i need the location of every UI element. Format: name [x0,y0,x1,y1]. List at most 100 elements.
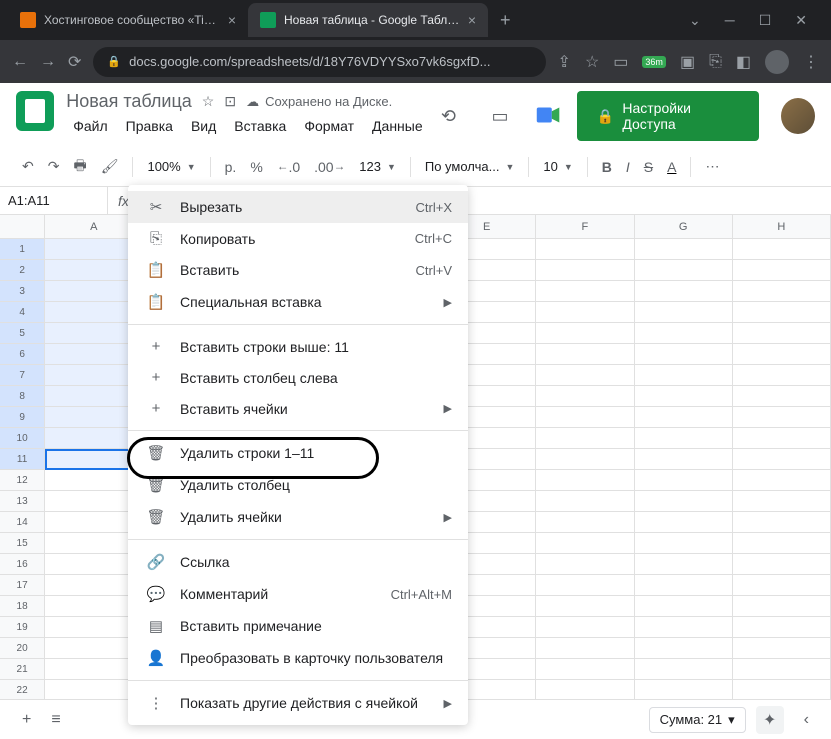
ctx-delete-rows[interactable]: 🗑 Удалить строки 1–11 [128,437,468,469]
cell[interactable] [635,680,733,701]
maximize-icon[interactable]: ☐ [759,12,772,29]
cell[interactable] [635,491,733,512]
col-header-f[interactable]: F [536,215,634,238]
ctx-insert-cells[interactable]: + Вставить ячейки ▶ [128,393,468,424]
cell[interactable] [536,575,634,596]
select-all-corner[interactable] [0,215,45,238]
increase-decimal-button[interactable]: .00→ [308,155,351,179]
forward-button[interactable]: → [40,53,56,71]
ctx-copy[interactable]: ⎘ Копировать Ctrl+C [128,223,468,254]
explore-button[interactable]: ✦ [756,706,784,734]
cell[interactable] [733,365,831,386]
row-header[interactable]: 9 [0,407,45,428]
cell[interactable] [635,344,733,365]
decrease-decimal-button[interactable]: ←.0 [271,155,306,179]
back-button[interactable]: ← [12,53,28,71]
menu-format[interactable]: Формат [297,114,361,138]
ext-icon-3[interactable]: ◧ [736,52,751,72]
ctx-delete-cells[interactable]: 🗑 Удалить ячейки ▶ [128,501,468,533]
cell[interactable] [635,239,733,260]
row-header[interactable]: 8 [0,386,45,407]
row-header[interactable]: 20 [0,638,45,659]
add-sheet-button[interactable]: + [12,705,41,735]
share-icon[interactable]: ⇪ [558,52,571,72]
print-button[interactable]: 🖶 [67,151,92,183]
cell[interactable] [536,260,634,281]
cell[interactable] [536,659,634,680]
row-header[interactable]: 4 [0,302,45,323]
cell[interactable] [733,596,831,617]
profile-avatar[interactable] [765,50,789,74]
move-icon[interactable]: ⊡ [224,93,236,110]
ext-icon-2[interactable]: ⎘ [709,53,722,71]
row-header[interactable]: 22 [0,680,45,701]
menu-view[interactable]: Вид [184,114,223,138]
cell[interactable] [733,575,831,596]
menu-edit[interactable]: Правка [119,114,180,138]
cell[interactable] [635,554,733,575]
ctx-cut[interactable]: ✂ Вырезать Ctrl+X [128,191,468,223]
chat-icon[interactable]: ▭ [481,96,519,136]
cell[interactable] [635,365,733,386]
history-icon[interactable]: ⟲ [430,96,468,136]
cell[interactable] [733,386,831,407]
row-header[interactable]: 12 [0,470,45,491]
star-icon[interactable]: ☆ [585,52,599,72]
cell[interactable] [536,491,634,512]
cell[interactable] [536,617,634,638]
cell[interactable] [536,386,634,407]
ctx-delete-col[interactable]: 🗑 Удалить столбец [128,469,468,501]
cell[interactable] [536,596,634,617]
ctx-paste-special[interactable]: 📋 Специальная вставка ▶ [128,286,468,318]
percent-button[interactable]: % [244,155,268,179]
close-icon[interactable]: × [468,12,476,28]
cell[interactable] [733,491,831,512]
ext-icon-1[interactable]: ▭ [613,52,628,72]
cell[interactable] [635,575,733,596]
menu-icon[interactable]: ⋮ [803,52,819,72]
cell[interactable] [635,386,733,407]
cell[interactable] [635,638,733,659]
cell[interactable] [536,554,634,575]
all-sheets-button[interactable]: ≡ [41,705,70,735]
font-select[interactable]: По умолча...▼ [419,155,520,178]
doc-title[interactable]: Новая таблица [66,91,192,112]
bold-button[interactable]: B [596,155,618,179]
cell[interactable] [733,281,831,302]
cell[interactable] [536,512,634,533]
cell[interactable] [733,302,831,323]
cell[interactable] [635,407,733,428]
currency-button[interactable]: р. [219,155,243,179]
cell[interactable] [733,323,831,344]
menu-file[interactable]: Файл [66,114,114,138]
cell[interactable] [536,344,634,365]
cell-reference[interactable]: A1:A11 [0,187,108,214]
ctx-more-actions[interactable]: ⋮ Показать другие действия с ячейкой ▶ [128,687,468,719]
menu-data[interactable]: Данные [365,114,430,138]
star-icon[interactable]: ☆ [202,93,215,110]
cell[interactable] [635,302,733,323]
cell[interactable] [733,680,831,701]
cell[interactable] [635,428,733,449]
cell[interactable] [635,533,733,554]
ctx-people-chip[interactable]: 👤 Преобразовать в карточку пользователя [128,642,468,674]
ctx-link[interactable]: 🔗 Ссылка [128,546,468,578]
cell[interactable] [536,638,634,659]
cell[interactable] [536,239,634,260]
row-header[interactable]: 11 [0,449,45,470]
strike-button[interactable]: S [638,155,659,179]
cell[interactable] [635,659,733,680]
paint-format-button[interactable]: 🖌 [95,154,125,179]
cell[interactable] [635,281,733,302]
close-window-icon[interactable]: ✕ [795,12,807,29]
cell[interactable] [733,407,831,428]
cell[interactable] [536,470,634,491]
save-status[interactable]: ☁ Сохранено на Диске. [246,93,392,110]
minimize-icon[interactable]: ─ [725,12,735,29]
row-header[interactable]: 14 [0,512,45,533]
cell[interactable] [733,344,831,365]
cell[interactable] [536,302,634,323]
share-button[interactable]: 🔒 Настройки Доступа [577,91,759,141]
row-header[interactable]: 21 [0,659,45,680]
row-header[interactable]: 5 [0,323,45,344]
